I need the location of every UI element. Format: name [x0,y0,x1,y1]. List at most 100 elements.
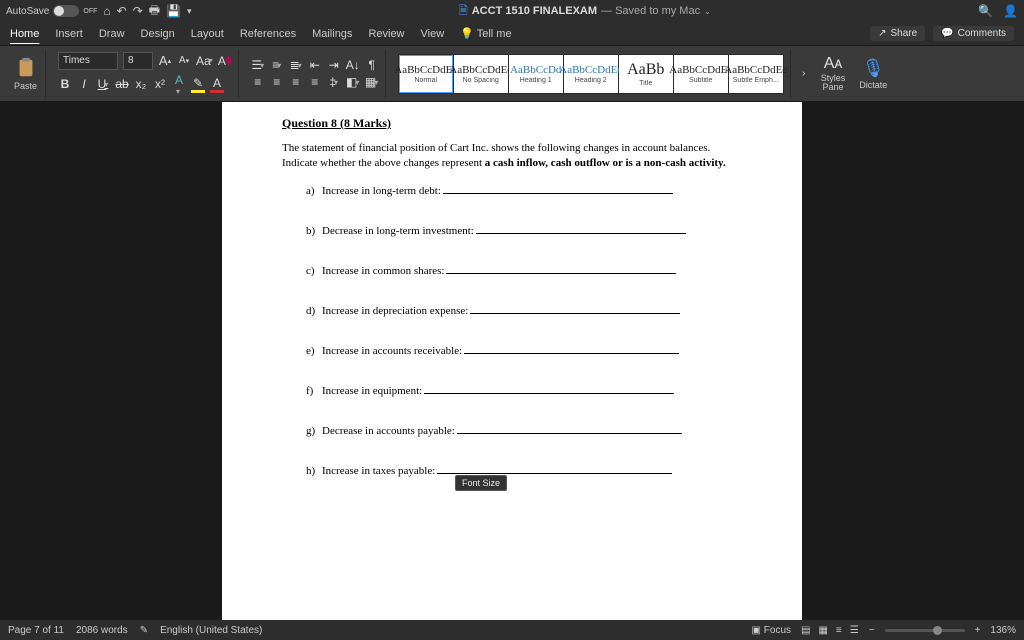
tab-mailings[interactable]: Mailings [312,28,352,40]
question-item: h)Increase in taxes payable: [306,465,742,477]
justify-button[interactable]: ≡ [308,75,322,89]
bold-button[interactable]: B [58,77,72,91]
dictate-button[interactable]: 🎙 Dictate [855,58,891,90]
style-chip-normal[interactable]: AaBbCcDdEeNormal [399,55,453,93]
style-chip-subtitle[interactable]: AaBbCcDdEeSubtitle [674,55,728,93]
indent-left-button[interactable]: ⇤ [308,58,322,72]
page-indicator[interactable]: Page 7 of 11 [8,625,64,636]
styles-gallery[interactable]: AaBbCcDdEeNormalAaBbCcDdEeNo SpacingAaBb… [398,54,784,94]
tab-review[interactable]: Review [368,28,404,40]
undo-icon[interactable]: ↶ [117,4,127,18]
question-items: a)Increase in long-term debt:b)Decrease … [282,185,742,477]
clipboard-icon [15,56,37,80]
word-count[interactable]: 2086 words [76,625,128,636]
question-item: g)Decrease in accounts payable: [306,425,742,437]
tab-home[interactable]: Home [10,28,39,40]
redo-icon[interactable]: ↷ [133,4,143,18]
zoom-in-button[interactable]: + [975,625,981,636]
numbering-button[interactable]: ≡▾ [270,58,284,72]
question-item: c)Increase in common shares: [306,265,742,277]
focus-mode[interactable]: ▣ Focus [752,625,791,636]
mic-icon: 🎙 [862,58,885,79]
multilevel-button[interactable]: ≣▾ [289,58,303,72]
document-canvas[interactable]: Question 8 (8 Marks) The statement of fi… [0,102,1024,620]
bullets-button[interactable]: ☰▾ [251,58,265,72]
subscript-button[interactable]: x₂ [134,77,148,91]
style-chip-title[interactable]: AaBbTitle [619,55,673,93]
shading-button[interactable]: ◧▾ [346,75,360,89]
highlight-button[interactable]: ✎ [191,76,205,93]
style-chip-heading-1[interactable]: AaBbCcDdHeading 1 [509,55,563,93]
search-icon[interactable]: 🔍 [978,4,993,18]
draft-icon[interactable]: ☰ [850,625,859,636]
question-prompt: The statement of financial position of C… [282,141,742,171]
zoom-slider[interactable] [885,629,965,632]
comments-button[interactable]: 💬 Comments [933,26,1014,41]
tab-layout[interactable]: Layout [191,28,224,40]
print-icon[interactable]: 🖶 [149,1,160,22]
zoom-level[interactable]: 136% [990,625,1016,636]
shrink-font-button[interactable]: A▾ [177,55,191,66]
font-size-select[interactable] [123,52,153,70]
share-button[interactable]: ↗ Share [870,26,925,41]
text-effects-button[interactable]: A▾ [172,73,186,96]
indent-right-button[interactable]: ⇥ [327,58,341,72]
font-name-select[interactable] [58,52,118,70]
autosave-toggle[interactable]: AutoSave OFF [6,5,97,17]
borders-button[interactable]: ▦▾ [365,75,379,89]
question-heading: Question 8 (8 Marks) [282,116,742,131]
word-doc-icon: 🗎 [459,2,468,21]
outline-icon[interactable]: ≡ [836,625,842,636]
line-spacing-button[interactable]: ‡▾ [327,75,341,89]
align-left-button[interactable]: ≡ [251,75,265,89]
ribbon-tabs: Home Insert Draw Design Layout Reference… [0,22,1024,46]
zoom-out-button[interactable]: − [869,625,875,636]
style-chip-no-spacing[interactable]: AaBbCcDdEeNo Spacing [454,55,508,93]
spellcheck-icon[interactable]: ✎ [140,625,148,636]
status-bar: Page 7 of 11 2086 words ✎ English (Unite… [0,620,1024,640]
question-item: e)Increase in accounts receivable: [306,345,742,357]
styles-pane-icon: Aᴀ [824,55,843,73]
tooltip-font-size: Font Size [455,475,507,491]
chevron-down-icon[interactable]: ⌄ [704,7,711,16]
home-icon[interactable]: ⌂ [103,4,110,18]
tab-references[interactable]: References [240,28,296,40]
style-chip-subtle-emph-[interactable]: AaBbCcDdEeSubtle Emph... [729,55,783,93]
align-right-button[interactable]: ≡ [289,75,303,89]
tab-draw[interactable]: Draw [99,28,125,40]
styles-more-button[interactable]: › [797,68,811,79]
ribbon: Paste A▴ A▾ Aa▾ Aϕ B I U▾ ab x₂ x² A▾ ✎ … [0,46,1024,102]
change-case-button[interactable]: Aa▾ [196,54,213,68]
document-title: 🗎 ACCT 1510 FINALEXAM — Saved to my Mac … [198,2,973,21]
superscript-button[interactable]: x² [153,77,167,91]
qat-more-icon[interactable]: ▾ [187,6,192,17]
tell-me[interactable]: 💡 Tell me [460,27,511,40]
clear-format-button[interactable]: Aϕ [218,54,232,68]
page[interactable]: Question 8 (8 Marks) The statement of fi… [222,102,802,620]
question-item: a)Increase in long-term debt: [306,185,742,197]
align-center-button[interactable]: ≡ [270,75,284,89]
paste-button[interactable]: Paste [12,56,39,91]
web-layout-icon[interactable]: ▦ [818,625,827,636]
underline-button[interactable]: U▾ [96,77,110,91]
autosave-state: OFF [83,8,97,15]
styles-pane-button[interactable]: Aᴀ Styles Pane [817,55,850,92]
tab-view[interactable]: View [421,28,445,40]
toggle-switch[interactable] [53,5,79,17]
account-icon[interactable]: 👤 [1003,4,1018,18]
italic-button[interactable]: I [77,77,91,91]
question-item: f)Increase in equipment: [306,385,742,397]
show-marks-button[interactable]: ¶ [365,58,379,72]
grow-font-button[interactable]: A▴ [158,53,172,68]
sort-button[interactable]: A↓ [346,58,360,72]
save-icon[interactable]: 💾 [166,4,181,18]
tab-design[interactable]: Design [141,28,175,40]
print-layout-icon[interactable]: ▤ [801,625,810,636]
font-color-button[interactable]: A [210,76,224,93]
style-chip-heading-2[interactable]: AaBbCcDdEeHeading 2 [564,55,618,93]
language-indicator[interactable]: English (United States) [160,625,262,636]
autosave-label: AutoSave [6,6,49,17]
question-item: d)Increase in depreciation expense: [306,305,742,317]
strike-button[interactable]: ab [115,77,129,91]
tab-insert[interactable]: Insert [55,28,83,40]
